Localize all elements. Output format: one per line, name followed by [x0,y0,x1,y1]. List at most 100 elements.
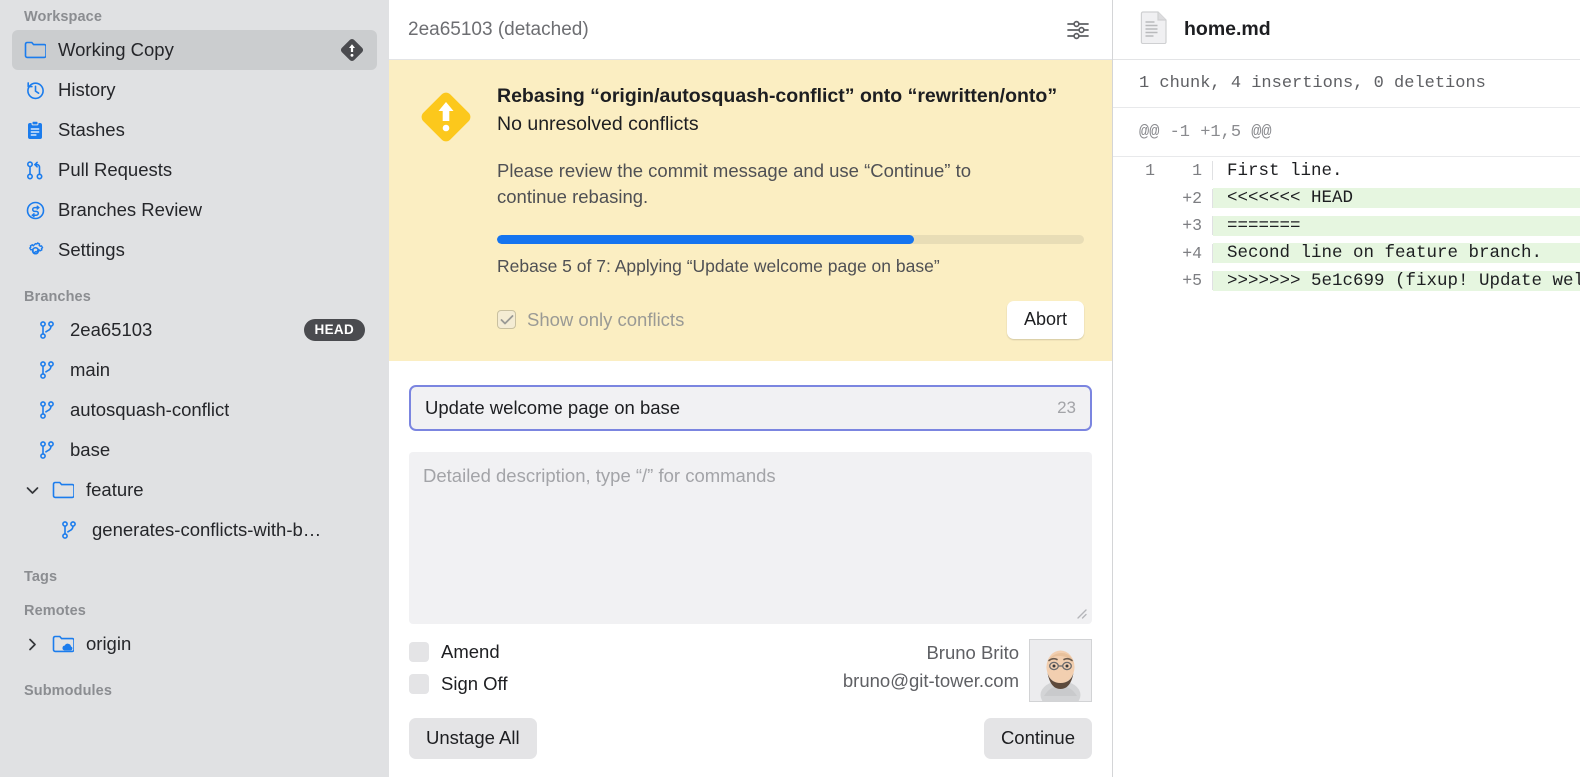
sidebar-item-label: Branches Review [58,199,202,220]
folder-icon [52,479,74,501]
diff-line-text: >>>>>>> 5e1c699 (fixup! Update welcome p… [1213,270,1580,291]
sidebar-item-label: Settings [58,239,125,260]
center-topbar: 2ea65103 (detached) [389,0,1112,60]
sidebar-item-label: Stashes [58,119,125,140]
commit-author[interactable]: Bruno Brito bruno@git-tower.com [842,638,1092,702]
folder-icon [24,39,46,61]
sidebar-branch-label: 2ea65103 [70,319,153,340]
branch-icon [58,519,80,541]
checkbox-box [409,673,429,694]
diff-panel: home.md 1 chunk, 4 insertions, 0 deletio… [1113,0,1580,777]
rebase-progress-fill [497,234,914,244]
diff-lines[interactable]: 1 1 First line. +2 <<<<<<< HEAD +3 ======= +4 Se… [1113,157,1580,777]
commit-description-placeholder: Detailed description, type “/” for comma… [423,464,776,486]
diff-new-line-number: +3 [1165,216,1213,236]
continue-button[interactable]: Continue [983,718,1092,759]
diff-hunk-header: @@ -1 +1,5 @@ [1113,108,1580,157]
banner-heading: Rebasing “origin/autosquash-conflict” on… [497,85,1058,107]
sidebar-branch-folder-label: feature [86,479,144,500]
commit-subject-char-count: 23 [1057,397,1076,417]
check-icon [500,314,513,324]
rebase-banner: Rebasing “origin/autosquash-conflict” on… [389,60,1112,361]
sidebar-item-working-copy[interactable]: Working Copy [12,30,377,70]
clipboard-icon [24,119,46,141]
sidebar-item-history[interactable]: History [12,70,377,110]
commit-area: Update welcome page on base 23 Detailed … [389,361,1112,718]
file-icon [1139,10,1170,49]
rebase-progress-bar [497,234,1084,244]
diff-line[interactable]: +5>>>>>>> 5e1c699 (fixup! Update welcome… [1113,267,1580,295]
chevron-down-icon[interactable] [24,486,40,495]
sidebar-branch-autosquash-conflict[interactable]: autosquash-conflict [12,390,377,430]
branches-review-icon [24,199,46,221]
banner-paragraph: Please review the commit message and use… [497,159,972,208]
sidebar-branch-main[interactable]: main [12,350,377,390]
sidebar-branch-label: main [70,359,111,380]
amend-label: Amend [441,640,500,662]
diff-new-line-number: 1 [1165,161,1213,181]
abort-button[interactable]: Abort [1006,300,1084,339]
diff-line[interactable]: 1 1 First line. [1113,157,1580,185]
diff-filename: home.md [1184,18,1271,40]
sidebar-item-stashes[interactable]: Stashes [12,110,377,150]
sidebar-branch-generates-conflicts[interactable]: generates-conflicts-with-b… [12,510,377,550]
chevron-right-icon[interactable] [24,638,40,651]
warning-diamond-icon [417,84,475,339]
diff-new-line-number: +4 [1165,243,1213,263]
sidebar-section-workspace: Workspace [24,9,103,25]
diff-old-line-number: 1 [1145,161,1155,181]
rebase-progress-label: Rebase 5 of 7: Applying “Update welcome … [497,255,940,276]
diff-line-text: Second line on feature branch. [1213,243,1580,264]
branch-icon [36,439,58,461]
sliders-icon[interactable] [1064,16,1092,44]
banner-subheading: No unresolved conflicts [497,113,699,136]
diff-line[interactable]: +4 Second line on feature branch. [1113,240,1580,268]
commit-subject-value: Update welcome page on base [425,396,681,418]
sidebar-remote-origin[interactable]: origin [12,624,377,664]
sidebar-branch-base[interactable]: base [12,430,377,470]
commit-description-input[interactable]: Detailed description, type “/” for comma… [409,451,1092,624]
amend-checkbox[interactable]: Amend [409,641,508,663]
diff-line-text: <<<<<<< HEAD [1213,188,1580,209]
diff-new-line-number: +2 [1165,188,1213,208]
author-name: Bruno Brito [926,641,1019,663]
show-only-conflicts-checkbox[interactable]: Show only conflicts [497,309,684,331]
pull-request-icon [24,159,46,181]
sidebar-branch-folder-feature[interactable]: feature [12,470,377,510]
unstage-all-button[interactable]: Unstage All [409,718,537,759]
sidebar: Workspace Working Copy History Stashes P… [0,0,389,777]
avatar [1029,638,1092,702]
branch-icon [36,359,58,381]
diff-line-text: First line. [1227,160,1343,181]
diff-new-line-number: +5 [1165,271,1213,291]
diff-stats: 1 chunk, 4 insertions, 0 deletions [1113,60,1580,108]
warning-diamond-badge-icon [340,38,364,62]
checkbox-label: Show only conflicts [527,308,685,330]
sidebar-section-submodules: Submodules [24,683,113,699]
gear-icon [24,239,46,261]
remote-folder-icon [52,633,74,655]
checkbox-box [497,310,516,330]
sidebar-item-branches-review[interactable]: Branches Review [12,190,377,230]
diff-line[interactable]: +2 <<<<<<< HEAD [1113,185,1580,213]
sidebar-item-label: Pull Requests [58,159,173,180]
sidebar-branch-label: autosquash-conflict [70,399,230,420]
sidebar-branch-2ea65103[interactable]: 2ea65103 HEAD [12,310,377,350]
diff-line[interactable]: +3 ======= [1113,212,1580,240]
head-badge: HEAD [303,319,365,341]
branch-icon [36,319,58,341]
commit-meta-row: Amend Sign Off Bruno Brito bruno@git-tow… [409,638,1092,702]
signoff-checkbox[interactable]: Sign Off [409,673,508,695]
sidebar-remote-label: origin [86,633,132,654]
sidebar-item-pull-requests[interactable]: Pull Requests [12,150,377,190]
commit-subject-input[interactable]: Update welcome page on base 23 [409,384,1092,431]
author-email: bruno@git-tower.com [842,670,1019,692]
resize-grip-icon[interactable] [1073,605,1087,619]
center-panel: 2ea65103 (detached) Rebasing “origin/aut… [389,0,1113,777]
sidebar-item-settings[interactable]: Settings [12,230,377,270]
clock-icon [24,79,46,101]
working-copy-status-badge [339,37,365,63]
app-window: Workspace Working Copy History Stashes P… [0,0,1580,777]
sidebar-branch-label: base [70,439,111,460]
diff-file-header: home.md [1113,0,1580,60]
